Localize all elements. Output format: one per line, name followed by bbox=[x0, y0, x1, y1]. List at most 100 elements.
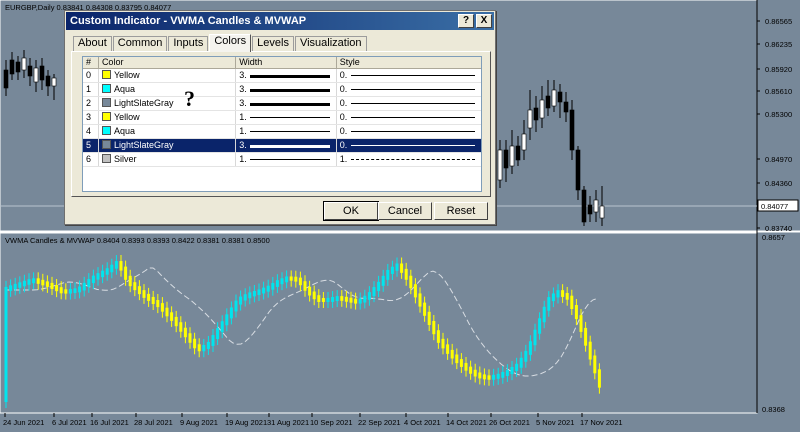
width-cell[interactable]: 3. bbox=[236, 83, 337, 96]
style-cell[interactable]: 0. bbox=[337, 83, 481, 96]
vwma-candle bbox=[390, 266, 394, 274]
vwma-candle bbox=[436, 330, 440, 343]
indicator-properties-dialog: Custom Indicator - VWMA Candles & MVWAP … bbox=[64, 10, 496, 225]
width-cell[interactable]: 3. bbox=[236, 97, 337, 110]
style-value: 0. bbox=[339, 84, 348, 94]
width-cell[interactable]: 3. bbox=[236, 139, 337, 152]
vwma-candle bbox=[584, 327, 588, 346]
vwma-candle bbox=[133, 282, 137, 291]
vwma-candle bbox=[455, 354, 459, 364]
color-swatch bbox=[101, 98, 111, 108]
table-row[interactable]: 5 LightSlateGray 3. 0. bbox=[83, 139, 481, 153]
reset-button[interactable]: Reset bbox=[434, 202, 488, 220]
width-line-preview bbox=[250, 131, 330, 132]
vwma-candle bbox=[372, 287, 376, 297]
vwma-candle bbox=[183, 327, 187, 338]
vwma-candle bbox=[285, 276, 289, 283]
vwma-candle bbox=[505, 370, 509, 376]
tab-common[interactable]: Common bbox=[112, 36, 168, 51]
color-swatch bbox=[101, 140, 111, 150]
vwma-candle bbox=[423, 302, 427, 316]
style-cell[interactable]: 0. bbox=[337, 139, 481, 152]
style-value: 0. bbox=[339, 112, 348, 122]
width-line-preview bbox=[250, 145, 330, 148]
vwma-candle bbox=[50, 282, 54, 290]
tab-levels[interactable]: Levels bbox=[252, 36, 294, 51]
table-row[interactable]: 1 Aqua 3. 0. bbox=[83, 83, 481, 97]
table-row[interactable]: 2 LightSlateGray 3. 0. bbox=[83, 97, 481, 111]
dialog-titlebar[interactable]: Custom Indicator - VWMA Candles & MVWAP … bbox=[66, 12, 494, 30]
vwma-candle bbox=[119, 261, 123, 271]
table-header: # Color Width Style bbox=[83, 57, 481, 69]
price-label: 0.86565 bbox=[765, 17, 792, 26]
ok-button[interactable]: OK bbox=[323, 201, 379, 221]
main-candle bbox=[33, 67, 39, 83]
table-row[interactable]: 4 Aqua 1. 0. bbox=[83, 125, 481, 139]
vwma-candle bbox=[556, 290, 560, 298]
color-cell[interactable]: Yellow bbox=[99, 69, 237, 82]
main-candle bbox=[39, 65, 45, 81]
style-cell[interactable]: 0. bbox=[337, 97, 481, 110]
vwma-candle bbox=[450, 349, 454, 359]
indicator-header: VWMA Candles & MVWAP 0.8404 0.8393 0.839… bbox=[5, 236, 270, 245]
color-name: Aqua bbox=[113, 126, 135, 136]
vwma-candle bbox=[446, 344, 450, 354]
width-value: 3. bbox=[239, 70, 247, 80]
style-cell[interactable]: 0. bbox=[337, 69, 481, 82]
time-label: 10 Sep 2021 bbox=[310, 418, 353, 427]
column-index: # bbox=[83, 57, 99, 68]
vwma-candle bbox=[13, 283, 17, 290]
width-cell[interactable]: 3. bbox=[236, 69, 337, 82]
vwma-candle bbox=[128, 275, 132, 287]
color-cell[interactable]: LightSlateGray bbox=[99, 97, 237, 110]
style-cell[interactable]: 1. bbox=[337, 153, 481, 166]
main-candle bbox=[575, 149, 581, 191]
width-cell[interactable]: 1. bbox=[236, 125, 337, 138]
vwma-candle bbox=[395, 263, 399, 271]
time-label: 31 Aug 2021 bbox=[267, 418, 309, 427]
vwma-candle bbox=[404, 268, 408, 280]
table-row[interactable]: 0 Yellow 3. 0. bbox=[83, 69, 481, 83]
tab-inputs[interactable]: Inputs bbox=[168, 36, 209, 51]
width-value: 3. bbox=[239, 98, 247, 108]
color-cell[interactable]: LightSlateGray bbox=[99, 139, 237, 152]
table-row[interactable]: 6 Silver 1. 1. bbox=[83, 153, 481, 167]
vwma-candle bbox=[321, 298, 325, 302]
vwma-candle bbox=[574, 305, 578, 320]
tab-visualization[interactable]: Visualization bbox=[294, 36, 367, 51]
width-line-preview bbox=[250, 75, 330, 78]
terminal-window: EURGBP,Daily 0.83841 0.84308 0.83795 0.8… bbox=[0, 0, 800, 432]
main-candle bbox=[581, 189, 587, 223]
vwma-candle bbox=[262, 287, 266, 294]
vwma-candle bbox=[579, 315, 583, 332]
vwma-candle bbox=[248, 292, 252, 299]
style-line-preview bbox=[350, 89, 475, 90]
width-cell[interactable]: 1. bbox=[236, 153, 337, 166]
style-cell[interactable]: 0. bbox=[337, 111, 481, 124]
row-index: 1 bbox=[83, 83, 99, 96]
vwma-candle bbox=[510, 366, 514, 375]
vwma-candle bbox=[101, 270, 105, 278]
table-row[interactable]: 3 Yellow 1. 0. bbox=[83, 111, 481, 125]
vwma-candle bbox=[220, 321, 224, 333]
tab-colors[interactable]: Colors bbox=[209, 34, 252, 52]
color-cell[interactable]: Aqua bbox=[99, 83, 237, 96]
close-button[interactable]: X bbox=[476, 14, 492, 28]
main-candle bbox=[551, 89, 557, 107]
style-cell[interactable]: 0. bbox=[337, 125, 481, 138]
main-candle bbox=[45, 75, 51, 87]
tab-about[interactable]: About bbox=[73, 36, 112, 51]
color-cell[interactable]: Yellow bbox=[99, 111, 237, 124]
table-body: 0 Yellow 3. 0. 1 Aqua 3. 0. 2 LightSlateGray 3. 0. 3… bbox=[83, 69, 481, 167]
vwma-candle bbox=[156, 300, 160, 308]
help-button[interactable]: ? bbox=[458, 14, 474, 28]
vwma-candle bbox=[427, 311, 431, 325]
width-value: 3. bbox=[239, 84, 247, 94]
width-cell[interactable]: 1. bbox=[236, 111, 337, 124]
main-candle bbox=[27, 65, 33, 77]
style-value: 0. bbox=[339, 98, 348, 108]
vwma-candle bbox=[340, 296, 344, 301]
color-cell[interactable]: Silver bbox=[99, 153, 237, 166]
cancel-button[interactable]: Cancel bbox=[378, 202, 432, 220]
color-cell[interactable]: Aqua bbox=[99, 125, 237, 138]
